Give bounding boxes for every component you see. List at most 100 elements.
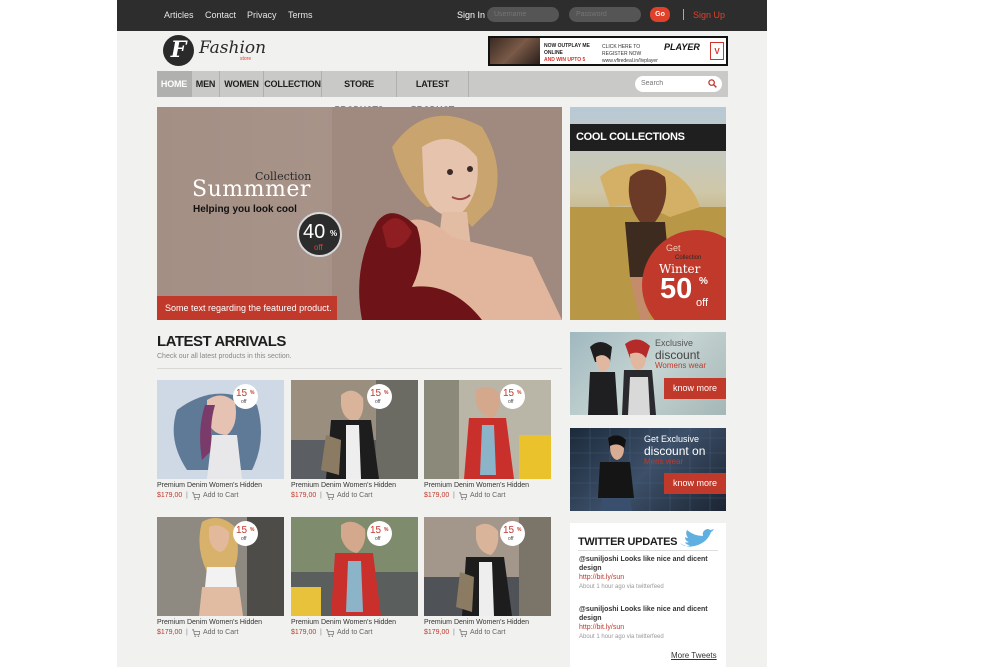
username-input[interactable] — [487, 7, 559, 22]
product-name[interactable]: Premium Denim Women's Hidden — [157, 619, 262, 626]
hero-banner[interactable]: Collection Summmer Helping you look cool… — [157, 107, 562, 320]
promo-line-2: discount on — [644, 444, 706, 458]
tweet-link[interactable]: http://bit.ly/sun — [579, 573, 719, 583]
latest-arrivals-subtitle: Check our all latest products in this se… — [157, 353, 292, 360]
know-more-button[interactable]: know more — [664, 378, 726, 399]
nav-home[interactable]: HOME — [157, 71, 192, 97]
logo-sub: store — [240, 56, 252, 62]
tweet: @suniljoshi Looks like nice and dicent d… — [579, 555, 719, 591]
tweet-link[interactable]: http://bit.ly/sun — [579, 623, 719, 633]
hero-title: Summmer — [192, 177, 311, 202]
top-link-articles[interactable]: Articles — [164, 10, 194, 20]
separator: | — [453, 492, 455, 499]
know-more-button[interactable]: know more — [664, 473, 726, 494]
ad-headline: NOW OUTPLAY ME ONLINE AND WIN UPTO 5 LAC… — [544, 43, 590, 63]
password-input[interactable] — [569, 7, 641, 22]
cart-icon[interactable] — [192, 492, 200, 500]
add-to-cart-link[interactable]: Add to Cart — [203, 492, 238, 499]
cool-collections-heading: COOL COLLECTIONS — [570, 124, 726, 151]
tweet: @suniljoshi Looks like nice and dicent d… — [579, 605, 719, 641]
more-tweets-link[interactable]: More Tweets — [671, 651, 717, 660]
promo-line-1: Exclusive — [655, 338, 694, 348]
product-image[interactable] — [424, 517, 551, 616]
divider — [157, 368, 562, 369]
separator: | — [186, 492, 188, 499]
add-to-cart-link[interactable]: Add to Cart — [470, 629, 505, 636]
product-price: $179,00 — [157, 492, 183, 499]
product-image[interactable] — [157, 517, 284, 616]
hero-discount-badge: 40 % off — [297, 212, 342, 257]
product-image[interactable] — [291, 517, 418, 616]
promo-line-3: Mens wear — [644, 457, 684, 466]
hero-caption: Some text regarding the featured product… — [157, 296, 337, 320]
add-to-cart-link[interactable]: Add to Cart — [337, 492, 372, 499]
tweet-text: @suniljoshi Looks like nice and dicent d… — [579, 556, 708, 572]
latest-arrivals-title: LATEST ARRIVALS — [157, 333, 286, 350]
product-price: $179,00 — [291, 629, 317, 636]
product-price: $179,00 — [291, 492, 317, 499]
search-icon[interactable] — [708, 79, 717, 88]
cart-icon[interactable] — [326, 492, 334, 500]
cool-discount-value: 50 — [660, 273, 693, 305]
ad-cta: CLICK HERE TO REGISTER NOW www.vfiredeal… — [602, 44, 658, 64]
product-name[interactable]: Premium Denim Women's Hidden — [291, 619, 396, 626]
logo-mark[interactable]: F — [163, 35, 194, 66]
cart-icon[interactable] — [459, 492, 467, 500]
top-bar: Articles Contact Privacy Terms Sign In G… — [117, 0, 767, 31]
cart-icon[interactable] — [192, 629, 200, 637]
logo-name[interactable]: Fashion — [199, 38, 266, 58]
product-image[interactable] — [424, 380, 551, 479]
discount-badge: 15 % off — [367, 521, 392, 546]
nav-store-products[interactable]: STORE PRODUCTS — [322, 71, 397, 115]
nav-collection[interactable]: COLLECTION — [264, 71, 322, 97]
add-to-cart-link[interactable]: Add to Cart — [203, 629, 238, 636]
cool-collection-label: Collection — [675, 255, 702, 261]
ad-image — [490, 38, 540, 64]
tweet-meta: About 1 hour ago via twitterfeed — [579, 584, 664, 590]
discount-badge: 15 % off — [500, 521, 525, 546]
discount-badge: 15 % off — [233, 521, 258, 546]
banner-ad[interactable]: NOW OUTPLAY ME ONLINE AND WIN UPTO 5 LAC… — [488, 36, 728, 66]
top-link-terms[interactable]: Terms — [288, 10, 313, 20]
twitter-bird-icon — [680, 529, 714, 547]
top-link-contact[interactable]: Contact — [205, 10, 236, 20]
cool-discount-off: off — [696, 297, 709, 309]
nav-men[interactable]: MEN — [192, 71, 220, 97]
twitter-updates-widget: TWITTER UPDATES @suniljoshi Looks like n… — [570, 523, 726, 667]
cart-icon[interactable] — [326, 629, 334, 637]
product-price: $179,00 — [424, 629, 450, 636]
discount-badge: 15 % off — [367, 384, 392, 409]
nav-women[interactable]: WOMEN — [220, 71, 264, 97]
product-name[interactable]: Premium Denim Women's Hidden — [424, 619, 529, 626]
promo-line-1: Get Exclusive — [644, 434, 700, 444]
separator: | — [186, 629, 188, 636]
ad-logo: V — [710, 42, 724, 60]
add-to-cart-link[interactable]: Add to Cart — [470, 492, 505, 499]
nav-latest-product[interactable]: LATEST PRODUCT — [397, 71, 469, 115]
product-image[interactable] — [157, 380, 284, 479]
separator: | — [320, 492, 322, 499]
go-button[interactable]: Go — [650, 7, 670, 22]
product-name[interactable]: Premium Denim Women's Hidden — [157, 482, 262, 489]
hero-subtitle: Helping you look cool — [193, 204, 297, 215]
cool-collections-promo[interactable]: COOL COLLECTIONS Get Collection Winter 5… — [570, 107, 726, 320]
top-link-privacy[interactable]: Privacy — [247, 10, 277, 20]
cool-discount-pct: % — [699, 276, 708, 287]
add-to-cart-link[interactable]: Add to Cart — [337, 629, 372, 636]
product-name[interactable]: Premium Denim Women's Hidden — [291, 482, 396, 489]
main-nav: HOME MEN WOMEN COLLECTION STORE PRODUCTS… — [157, 71, 728, 115]
product-image[interactable] — [291, 380, 418, 479]
twitter-updates-title: TWITTER UPDATES — [578, 536, 678, 548]
tweet-meta: About 1 hour ago via twitterfeed — [579, 634, 664, 640]
hero-model-image — [332, 107, 562, 320]
ad-brand: PLAYER — [664, 42, 700, 52]
mens-wear-promo[interactable]: Get Exclusive discount on Mens wear know… — [570, 428, 726, 511]
signup-link[interactable]: Sign Up — [693, 10, 725, 20]
divider — [578, 550, 718, 551]
cart-icon[interactable] — [459, 629, 467, 637]
womens-wear-promo[interactable]: Exclusive discount Womens wear know more — [570, 332, 726, 415]
promo-line-2: discount — [655, 348, 700, 362]
signin-label: Sign In — [457, 10, 486, 20]
product-name[interactable]: Premium Denim Women's Hidden — [424, 482, 529, 489]
product-price: $179,00 — [424, 492, 450, 499]
